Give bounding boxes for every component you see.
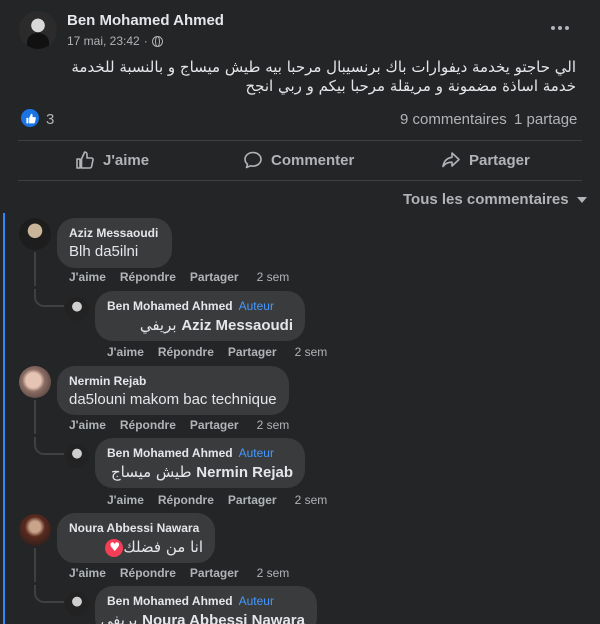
reply-bubble: Ben Mohamed Ahmed Auteur Noura Abbessi N… — [95, 586, 317, 624]
comment-text: da5louni makom bac technique — [69, 391, 277, 408]
comment-share-link[interactable]: Partager — [190, 270, 239, 284]
reply-connector — [34, 437, 64, 455]
reply-text: Aziz Messaoudi بريفي — [107, 316, 293, 334]
author-badge: Auteur — [238, 594, 274, 608]
comment-bubble: Aziz Messaoudi Blh da5ilni — [57, 218, 172, 268]
reply-avatar[interactable] — [65, 297, 89, 321]
reply-reply-link[interactable]: Répondre — [158, 493, 214, 507]
comment-like-link[interactable]: J'aime — [69, 418, 106, 432]
reply-actions: J'aime Répondre Partager 2 sem — [107, 345, 327, 359]
comment-actions: J'aime Répondre Partager 2 sem — [69, 270, 289, 284]
reply-like-link[interactable]: J'aime — [107, 345, 144, 359]
reply-bubble: Ben Mohamed Ahmed Auteur Nermin Rejab طي… — [95, 438, 305, 488]
share-icon — [442, 152, 460, 168]
reply-text: Nermin Rejab طيش ميساج — [107, 463, 293, 481]
comment-time[interactable]: 2 sem — [257, 418, 290, 432]
comment-reply-link[interactable]: Répondre — [120, 566, 176, 580]
comment-sort-dropdown[interactable]: Tous les commentaires — [403, 191, 587, 208]
reply-avatar[interactable] — [65, 444, 89, 468]
reply-author-name[interactable]: Ben Mohamed Ahmed — [107, 446, 233, 460]
reply-connector — [34, 289, 64, 307]
comment-bubble: Noura Abbessi Nawara انا من فضلك — [57, 513, 215, 563]
reply-connector — [34, 585, 64, 603]
reply-author-name[interactable]: Ben Mohamed Ahmed — [107, 299, 233, 313]
mention-link[interactable]: Nermin Rejab — [196, 464, 293, 481]
reply-author-name[interactable]: Ben Mohamed Ahmed — [107, 594, 233, 608]
reply-time[interactable]: 2 sem — [295, 493, 328, 507]
mention-link[interactable]: Noura Abbessi Nawara — [142, 612, 305, 624]
divider — [18, 180, 582, 181]
reply-share-link[interactable]: Partager — [228, 493, 277, 507]
comment-time[interactable]: 2 sem — [257, 270, 290, 284]
commenter-avatar[interactable] — [19, 514, 51, 546]
author-avatar[interactable] — [19, 11, 57, 49]
mention-link[interactable]: Aziz Messaoudi — [181, 317, 293, 334]
love-reaction-icon[interactable] — [105, 538, 124, 557]
more-options-icon[interactable] — [548, 16, 572, 40]
author-badge: Auteur — [238, 299, 274, 313]
comment-count-link[interactable]: 9 commentaires — [400, 111, 507, 128]
post-card: Ben Mohamed Ahmed 17 mai, 23:42 · الي حا… — [0, 0, 600, 624]
reply-like-link[interactable]: J'aime — [107, 493, 144, 507]
comment-time[interactable]: 2 sem — [257, 566, 290, 580]
reply-body: بريفي — [100, 611, 138, 624]
reaction-count[interactable]: 3 — [46, 111, 54, 128]
reply-text: Noura Abbessi Nawara بريفي — [101, 611, 305, 624]
comment-share-link[interactable]: Partager — [190, 418, 239, 432]
like-reaction-icon[interactable] — [21, 109, 39, 127]
share-count-link[interactable]: 1 partage — [514, 111, 577, 128]
comment-share-link[interactable]: Partager — [190, 566, 239, 580]
thread-line — [34, 400, 36, 434]
reply-body: طيش ميساج — [110, 463, 192, 481]
sort-label: Tous les commentaires — [403, 191, 569, 208]
commenter-name[interactable]: Nermin Rejab — [69, 374, 146, 388]
comment-button-label: Commenter — [271, 151, 355, 169]
like-button[interactable]: J'aime — [75, 145, 149, 175]
comment-bubble: Nermin Rejab da5louni makom bac techniqu… — [57, 366, 289, 415]
reply-body: بريفي — [139, 316, 177, 334]
globe-icon — [151, 35, 163, 47]
like-button-label: J'aime — [103, 151, 150, 169]
thumbs-up-icon — [76, 151, 94, 169]
reply-avatar[interactable] — [65, 592, 89, 616]
post-author-name[interactable]: Ben Mohamed Ahmed — [67, 12, 224, 29]
commenter-name[interactable]: Noura Abbessi Nawara — [69, 521, 199, 535]
commenter-avatar[interactable] — [19, 366, 51, 398]
comment-actions: J'aime Répondre Partager 2 sem — [69, 418, 289, 432]
comment-icon — [244, 151, 262, 169]
reply-time[interactable]: 2 sem — [295, 345, 328, 359]
commenter-name[interactable]: Aziz Messaoudi — [69, 226, 158, 240]
comment-reply-link[interactable]: Répondre — [120, 418, 176, 432]
comment-text: انا من فضلك — [123, 538, 203, 556]
commenter-avatar[interactable] — [19, 218, 51, 250]
comment-button[interactable]: Commenter — [243, 145, 354, 175]
divider — [18, 140, 582, 141]
author-badge: Auteur — [238, 446, 274, 460]
comment-focus-bar — [3, 213, 5, 624]
meta-separator: · — [143, 34, 148, 48]
comment-actions: J'aime Répondre Partager 2 sem — [69, 566, 289, 580]
caret-down-icon — [576, 196, 587, 203]
comment-reply-link[interactable]: Répondre — [120, 270, 176, 284]
share-button-label: Partager — [469, 151, 530, 169]
comment-text: Blh da5ilni — [69, 243, 139, 260]
share-button[interactable]: Partager — [441, 145, 530, 175]
reply-reply-link[interactable]: Répondre — [158, 345, 214, 359]
comment-like-link[interactable]: J'aime — [69, 566, 106, 580]
post-text: الي حاجتو يخدمة ديفوارات باك برنسيبال مر… — [71, 58, 576, 95]
thread-line — [34, 548, 36, 582]
reply-share-link[interactable]: Partager — [228, 345, 277, 359]
thread-line — [34, 252, 36, 286]
reply-actions: J'aime Répondre Partager 2 sem — [107, 493, 327, 507]
comment-like-link[interactable]: J'aime — [69, 270, 106, 284]
post-timestamp[interactable]: 17 mai, 23:42 — [67, 34, 140, 48]
comment-text-row: انا من فضلك — [69, 538, 203, 557]
reply-bubble: Ben Mohamed Ahmed Auteur Aziz Messaoudi … — [95, 291, 305, 341]
post-meta: 17 mai, 23:42 · — [67, 34, 163, 48]
